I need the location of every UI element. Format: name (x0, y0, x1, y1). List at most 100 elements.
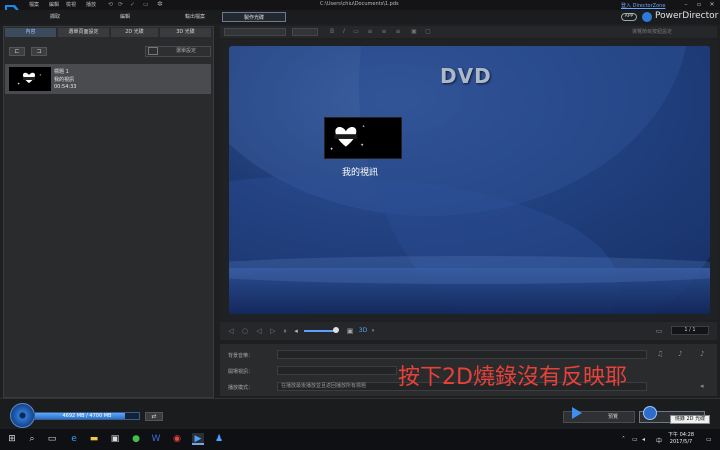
windows-start-icon[interactable]: ⊞ (6, 433, 18, 445)
svg-text:✦: ✦ (17, 81, 21, 86)
volume-slider[interactable] (304, 330, 336, 332)
system-clock[interactable]: 下午 04:28 2017/5/7 (668, 432, 694, 446)
powerdirector-taskbar-icon[interactable]: ▶ (192, 433, 204, 445)
search-icon[interactable]: ⌕ (26, 433, 38, 445)
music-delete-icon[interactable]: ♪ (700, 350, 704, 358)
play-icon[interactable]: ▷ (268, 326, 278, 336)
bgm-label: 背景音樂： (228, 353, 254, 359)
select-menu-label: 選單設定 (176, 48, 197, 54)
align-right-icon[interactable]: ≡ (394, 28, 402, 36)
undo-icon[interactable]: ⟲ (108, 1, 113, 8)
tab-3d-disc[interactable]: 3D 光碟 (160, 28, 211, 37)
preview-play-icon (572, 407, 582, 419)
task-view-icon[interactable]: ▭ (46, 433, 58, 445)
menu-file[interactable]: 檔案 (29, 1, 39, 8)
clock-time: 下午 04:28 (668, 432, 694, 438)
nav-button-settings[interactable]: 導覽節目按鈕設定 (632, 28, 672, 35)
cyberlink-helper-icon[interactable]: ♟ (213, 433, 225, 445)
edge-browser-icon[interactable]: e (68, 433, 80, 445)
rewind-icon[interactable]: ◁ (254, 326, 264, 336)
stop-icon[interactable]: ○ (240, 326, 250, 336)
svg-text:✦: ✦ (360, 143, 364, 149)
bold-icon[interactable]: B (328, 28, 336, 36)
chrome-icon[interactable]: ◉ (171, 433, 183, 445)
color-icon[interactable]: ▭ (352, 28, 360, 36)
italic-icon[interactable]: I (340, 28, 348, 36)
folder-icon[interactable]: ▭ (143, 1, 149, 8)
powerdirector-brand-icon (642, 12, 652, 22)
burn-disc-icon[interactable] (643, 406, 657, 420)
music-note-icon[interactable]: ♫ (657, 350, 663, 358)
tab-capture[interactable]: 擷取 (20, 12, 90, 22)
tab-menu-design[interactable]: 選單頁面設定 (58, 28, 109, 37)
tab-output[interactable]: 輸出檔案 (160, 12, 230, 22)
play-mode-label: 播放模式： (228, 385, 254, 391)
network-icon[interactable]: ▭ (632, 436, 638, 443)
menu-item-thumbnail[interactable]: ✦ ✦ ✦ (324, 117, 402, 159)
app-badge[interactable]: APP (621, 13, 637, 21)
menu-view[interactable]: 檢視 (66, 1, 76, 8)
minimize-icon[interactable]: – (681, 0, 691, 9)
tab-edit[interactable]: 編輯 (90, 12, 160, 22)
add-title-button[interactable]: ⊏ (9, 47, 25, 56)
add-chapter-button[interactable]: ⊐ (31, 47, 47, 56)
store-icon[interactable]: ▣ (109, 433, 121, 445)
safe-zone-icon[interactable]: ▭ (654, 326, 664, 336)
gear-icon[interactable]: ✲ (157, 0, 163, 8)
tab-produce-disc[interactable]: 製作光碟 (222, 12, 286, 22)
product-name: PowerDirector (655, 11, 719, 21)
shadow-icon[interactable]: ▣ (410, 28, 418, 36)
bgm-field[interactable] (277, 350, 647, 359)
svg-text:✦: ✦ (39, 73, 42, 77)
title-name: 標題 1 (54, 69, 69, 75)
volume-knob[interactable] (333, 327, 339, 333)
tab-2d-disc[interactable]: 2D 光碟 (111, 28, 158, 37)
snapshot-icon[interactable]: ▣ (345, 326, 355, 336)
dvd-logo: DVD (440, 64, 492, 88)
word-icon[interactable]: W (150, 433, 162, 445)
settings-more-icon[interactable]: ◂ (700, 382, 704, 390)
annotation-text: 按下2D燒錄沒有反映耶 (398, 365, 627, 390)
redo-icon[interactable]: ⟳ (118, 1, 123, 8)
align-left-icon[interactable]: ≡ (366, 28, 374, 36)
clock-date: 2017/5/7 (669, 439, 693, 445)
notification-icon[interactable]: ▭ (706, 436, 712, 443)
speaker-icon[interactable]: ◂ (642, 436, 645, 443)
window-title-path: C:\Users\chiu\Documents\1.pds (320, 1, 399, 7)
play-mode-value: 在播放最後播放並且返回播放所有標題 (281, 383, 367, 389)
swap-disc-button[interactable]: ⇄ (145, 412, 163, 421)
maximize-icon[interactable]: ▫ (694, 0, 704, 9)
page-counter: 1 / 1 (671, 326, 709, 335)
disc-icon (10, 403, 35, 428)
pause-icon[interactable]: ⏸ (280, 326, 290, 336)
font-size-select[interactable] (292, 28, 318, 36)
tab-content[interactable]: 內容 (5, 28, 56, 37)
menu-edit[interactable]: 編輯 (49, 1, 59, 8)
tray-arrow-icon[interactable]: ˄ (622, 436, 625, 443)
menu-layout-icon (148, 47, 158, 55)
align-center-icon[interactable]: ≡ (380, 28, 388, 36)
disc-capacity-text: 4692 MB / 4700 MB (62, 413, 112, 419)
volume-icon[interactable]: ◂ (291, 326, 301, 336)
border-icon[interactable]: ▢ (424, 28, 432, 36)
line-app-icon[interactable]: ● (130, 433, 142, 445)
3d-toggle-icon[interactable]: 3D (358, 326, 368, 336)
previous-icon[interactable]: ◁ (226, 326, 236, 336)
close-icon[interactable]: ✕ (707, 0, 717, 9)
ime-indicator[interactable]: 中 (656, 436, 662, 445)
menu-play[interactable]: 播放 (86, 1, 96, 8)
title-thumbnail[interactable]: ✦ ✦ (9, 67, 51, 91)
check-icon[interactable]: ✓ (130, 1, 135, 8)
preview-button-label: 預覽 (608, 414, 619, 420)
directorzone-link[interactable]: 登入 DirectorZone (621, 2, 665, 9)
menu-item-label[interactable]: 我的視訊 (342, 165, 378, 178)
font-select[interactable] (224, 28, 286, 36)
file-explorer-icon[interactable]: ▬ (88, 433, 100, 445)
title-duration: 00:54:33 (54, 84, 77, 90)
intro-video-field[interactable] (277, 366, 397, 375)
music-edit-icon[interactable]: ♪ (678, 350, 682, 358)
windows-taskbar (0, 429, 720, 450)
chevron-down-icon[interactable]: ▾ (368, 326, 378, 336)
intro-video-label: 開場視訊： (228, 369, 254, 375)
burn-tooltip: 燒錄 2D 光碟 (670, 415, 710, 424)
